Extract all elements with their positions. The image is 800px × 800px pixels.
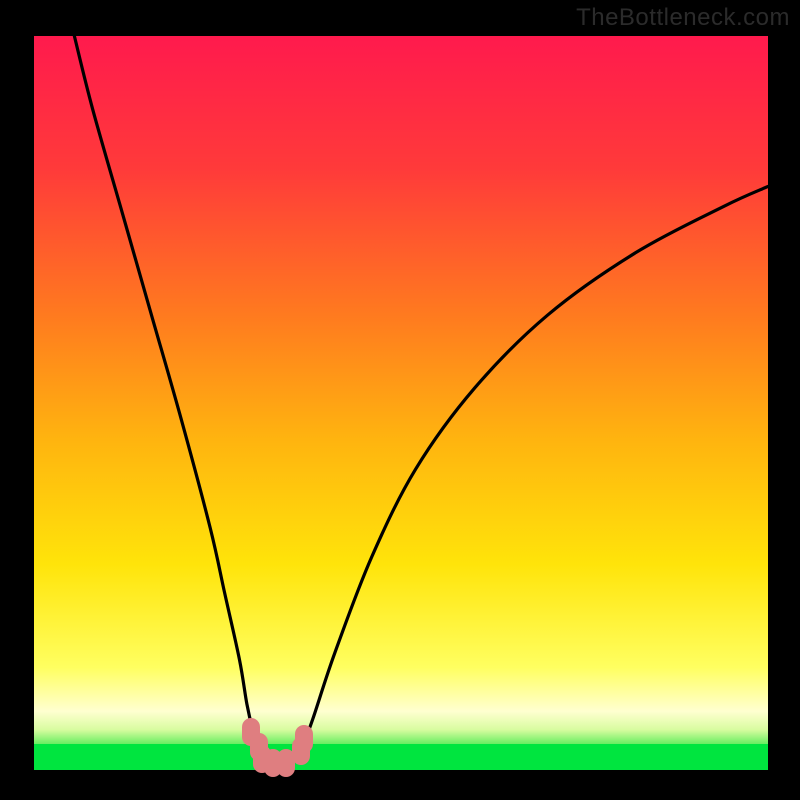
bottleneck-curves (34, 36, 768, 770)
stage: TheBottleneck.com (0, 0, 800, 800)
left-curve (74, 36, 269, 761)
right-curve (295, 186, 768, 761)
link-dot (295, 725, 313, 753)
watermark-text: TheBottleneck.com (576, 4, 790, 32)
plot-area (34, 36, 768, 770)
